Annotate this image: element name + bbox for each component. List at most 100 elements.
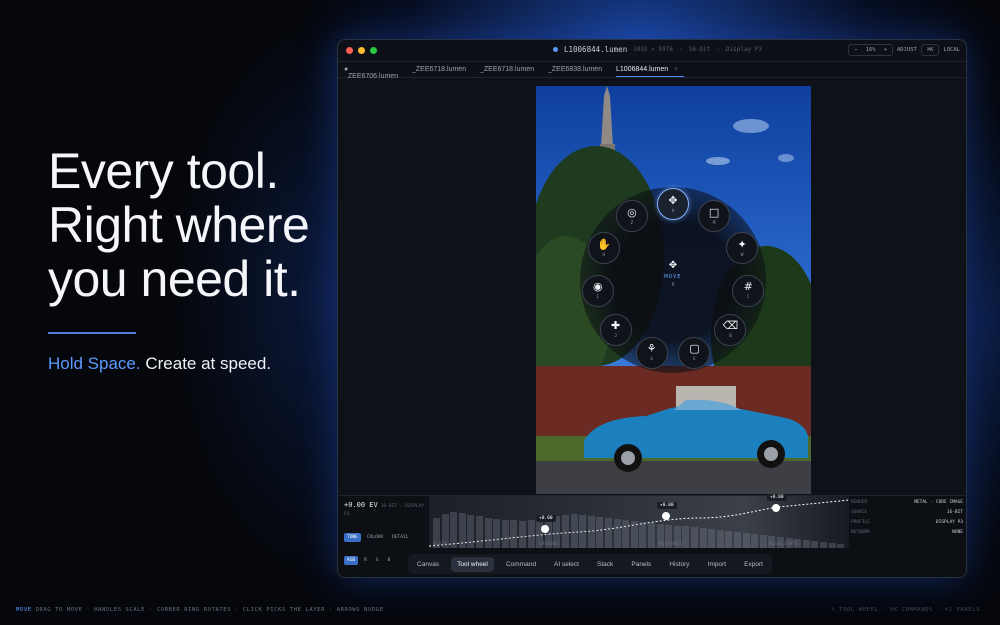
- histogram-bar: [630, 521, 638, 548]
- hash-icon: #: [743, 280, 753, 294]
- close-button[interactable]: [346, 47, 353, 54]
- tool-shortcut-key: W: [740, 252, 744, 258]
- wheel-tool-button[interactable]: ◉ I: [581, 274, 614, 307]
- adjust-button[interactable]: ADJUST: [897, 47, 917, 53]
- dock-item-panels[interactable]: Panels: [625, 557, 657, 572]
- curve-control-point[interactable]: [662, 512, 670, 520]
- status-dot-icon: [553, 47, 558, 52]
- histogram-bar: [742, 533, 750, 548]
- command-button[interactable]: ⌘K: [920, 44, 940, 56]
- tool-shortcut-key: J: [614, 334, 617, 340]
- histogram-bar: [716, 530, 724, 548]
- window-title: L1006844.lumen 3992 × 5976 · 16-bit · Di…: [553, 45, 762, 54]
- dock-item-ai-select[interactable]: AI select: [548, 557, 585, 572]
- histogram-bar: [596, 517, 604, 548]
- dock-item-stack[interactable]: Stack: [591, 557, 619, 572]
- adjust-panel: +0.00 EV 16-BIT · DISPLAY P3 TONE COLOUR DE…: [338, 494, 966, 577]
- histogram-zone-label: MIDTONES: [659, 541, 683, 546]
- wheel-tool-button[interactable]: ◎ Z: [615, 200, 648, 233]
- curve-control-point[interactable]: [541, 525, 549, 533]
- headline-line-2: Right where: [48, 197, 310, 253]
- dock-item-import[interactable]: Import: [702, 557, 732, 572]
- file-name: L1006844.lumen: [564, 45, 628, 54]
- curve-control-point[interactable]: [772, 504, 780, 512]
- zoom-in-button[interactable]: +: [884, 47, 887, 53]
- title-bar: L1006844.lumen 3992 × 5976 · 16-bit · Di…: [338, 40, 966, 62]
- tab-close-icon[interactable]: ×: [674, 66, 678, 73]
- info-row: SOURCE 16-BIT: [851, 510, 963, 520]
- hero-divider: [48, 332, 136, 334]
- control-point-value: +0.00: [767, 494, 787, 501]
- canvas-area[interactable]: ✥ MOVE V ✥ V □ M ✦ W # C ⌫ B ▢ E ⚘ S ✚ J ◉ I ✋ H ◎ Z: [338, 79, 966, 495]
- tab[interactable]: _ZEE6718.lumen: [412, 62, 480, 77]
- histogram-bar: [734, 532, 741, 548]
- image-dimensions: 3992 × 5976: [633, 46, 673, 53]
- histogram-bar: [622, 520, 630, 548]
- tab[interactable]: L1006844.lumen ×: [616, 62, 684, 77]
- minimize-button[interactable]: [358, 47, 365, 54]
- wheel-tool-button[interactable]: ✥ V: [657, 188, 689, 220]
- wheel-tool-button[interactable]: # C: [732, 274, 765, 307]
- dock-item-canvas[interactable]: Canvas: [411, 557, 445, 572]
- bit-depth: 16-bit: [688, 46, 711, 53]
- chip-colour[interactable]: COLOUR: [364, 533, 386, 542]
- tone-histogram[interactable]: BLACK SHADOWS MIDTONES HIGHLIGHTS +0.00 +0.00…: [429, 494, 849, 548]
- local-badge: LOCAL: [943, 47, 960, 53]
- tool-shortcut-key: E: [693, 357, 696, 363]
- tool-shortcut-key: Z: [630, 220, 634, 226]
- tool-shortcut-key: C: [746, 295, 750, 301]
- histogram-bar: [648, 523, 655, 548]
- chip-tone[interactable]: TONE: [344, 533, 361, 542]
- info-value: METAL · CORE IMAGE: [914, 500, 963, 505]
- bottom-dock: Canvas Tool wheel Command AI select Stack Pan…: [408, 554, 772, 574]
- histogram-bar: [510, 520, 518, 548]
- tool-shortcut-key: I: [596, 295, 600, 301]
- tab[interactable]: ● _ZEE6706.lumen: [344, 62, 412, 80]
- zoom-out-button[interactable]: −: [854, 47, 857, 53]
- histogram-bar: [613, 519, 621, 548]
- footer-hint-lead: MOVE: [16, 607, 32, 613]
- headline-line-3: you need it.: [48, 251, 301, 307]
- tool-shortcut-key: M: [712, 220, 716, 226]
- histogram-zone-label: HIGHLIGHTS: [769, 541, 799, 546]
- histogram-bar: [562, 515, 569, 548]
- meta-separator: ·: [716, 46, 720, 53]
- wheel-tool-button[interactable]: ⌫ B: [714, 313, 747, 346]
- histogram-bar: [820, 542, 827, 548]
- histogram-bar: [519, 521, 526, 548]
- control-point-value: +0.00: [657, 502, 677, 509]
- wheel-tool-button[interactable]: □ M: [698, 200, 731, 233]
- tab[interactable]: _ZEE6718.lumen: [480, 62, 548, 77]
- tool-shortcut-key: H: [602, 252, 606, 258]
- tab[interactable]: _ZEE6838.lumen: [548, 62, 616, 77]
- zoom-level: 16%: [865, 47, 876, 53]
- heal-icon: ✚: [610, 319, 621, 333]
- info-value: 16-BIT: [946, 510, 963, 515]
- dock-item-tool-wheel[interactable]: Tool wheel: [451, 556, 494, 572]
- dock-item-history[interactable]: History: [663, 557, 695, 572]
- chip-b[interactable]: B: [385, 556, 394, 565]
- chip-g[interactable]: G: [373, 556, 382, 565]
- info-key: PROFILE: [851, 520, 870, 525]
- wheel-tool-button[interactable]: ✚ J: [599, 313, 632, 346]
- chip-rgb[interactable]: RGB: [344, 556, 359, 565]
- histogram-bar: [802, 540, 810, 548]
- window-controls: [346, 47, 377, 54]
- tool-wheel[interactable]: ✥ MOVE V ✥ V □ M ✦ W # C ⌫ B ▢ E ⚘ S ✚ J ◉ I ✋ H ◎ Z: [580, 187, 766, 373]
- histogram-bar: [493, 519, 501, 548]
- dock-item-command[interactable]: Command: [500, 557, 542, 572]
- chip-r[interactable]: R: [361, 556, 370, 565]
- histogram-bar: [639, 522, 647, 548]
- histogram-bar: [467, 515, 475, 548]
- subtitle-text: Create at speed.: [140, 354, 272, 373]
- wheel-tool-button[interactable]: ▢ E: [678, 336, 711, 369]
- chip-detail[interactable]: DETAIL: [389, 533, 411, 542]
- wheel-tool-button[interactable]: ⚘ S: [635, 336, 668, 369]
- exposure-readout: +0.00 EV 16-BIT · DISPLAY P3: [344, 501, 428, 517]
- dock-item-export[interactable]: Export: [738, 557, 769, 572]
- move-icon: ✥: [668, 193, 678, 207]
- histogram-bar: [570, 514, 578, 548]
- histogram-bar: [587, 516, 595, 548]
- zoom-button[interactable]: [370, 47, 377, 54]
- histogram-zone-label: BLACK: [433, 541, 448, 546]
